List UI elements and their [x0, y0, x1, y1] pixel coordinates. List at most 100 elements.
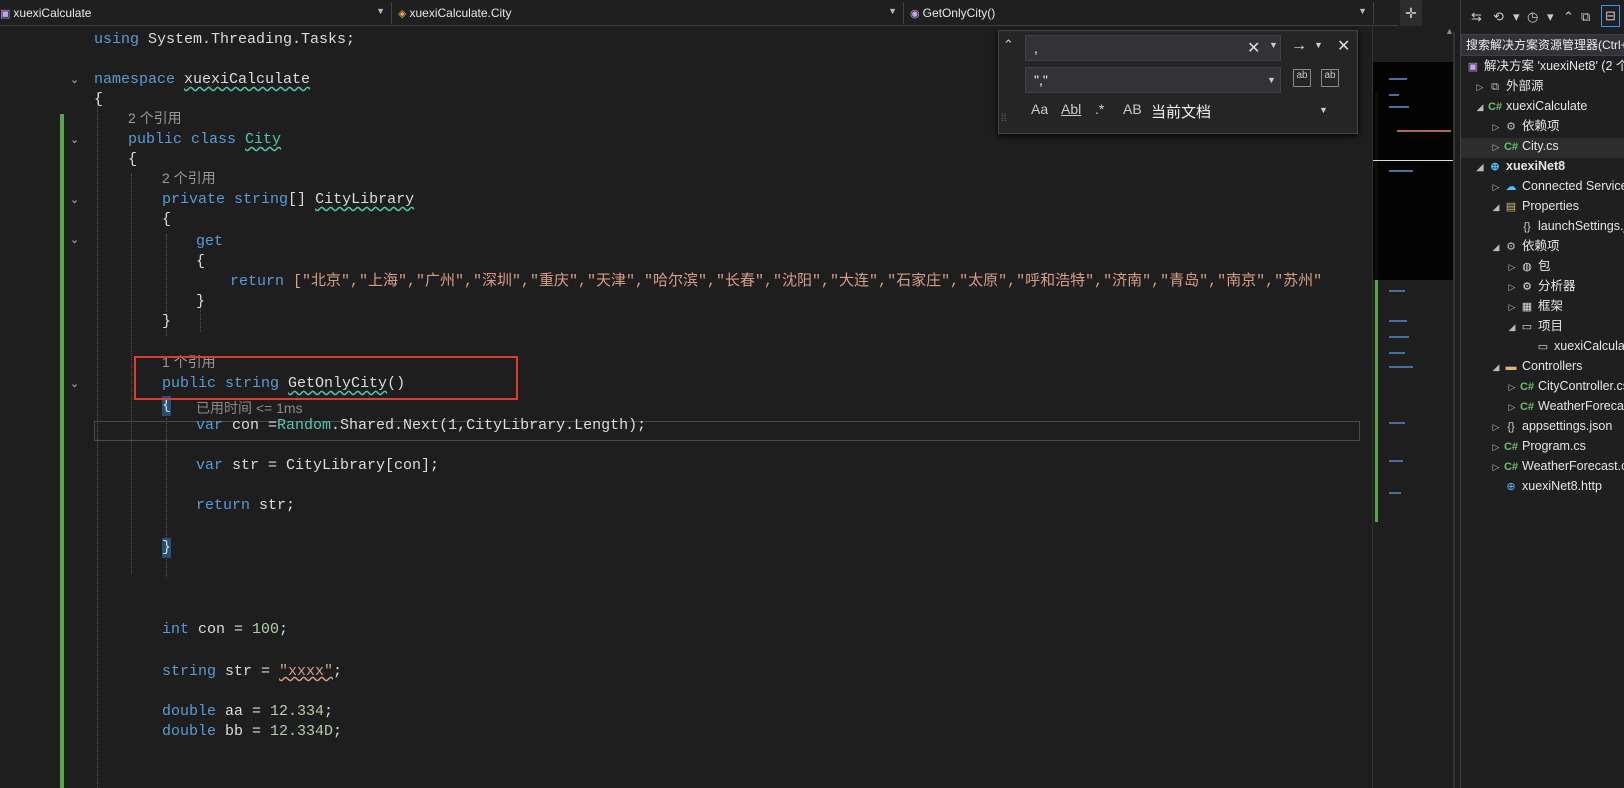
scrollbar-track[interactable] [1453, 32, 1455, 788]
replace-input[interactable]: "," [1025, 67, 1281, 93]
solution-search-input[interactable]: 搜索解决方案资源管理器(Ctrl+;) [1461, 34, 1624, 56]
tree-item-packages[interactable]: ▷ ◍ 包 [1505, 256, 1551, 276]
tree-item-properties[interactable]: ◢ ▤ Properties [1489, 196, 1579, 216]
replace-all-button[interactable]: ab [1321, 69, 1339, 87]
tree-item-label: xuexiNet8.http [1522, 479, 1602, 493]
show-all-files-icon[interactable]: ⧉ [1581, 9, 1590, 25]
replace-one-button[interactable]: ab [1293, 69, 1311, 87]
tree-item-file[interactable]: ⊕ xuexiNet8.http [1489, 476, 1602, 496]
tree-item-frameworks[interactable]: ▷ ▦ 框架 [1505, 296, 1563, 316]
chevron-down-icon[interactable]: ▼ [1319, 105, 1328, 115]
history-icon[interactable]: ◷ [1527, 9, 1538, 25]
scrollbar-minimap[interactable]: ▲ [1372, 26, 1455, 788]
code-editor[interactable]: ⌄ ⌄ ⌄ ⌄ ⌄ using System.Threading.Tasks; … [0, 26, 1372, 788]
chevron-down-icon: ◢ [1476, 102, 1484, 112]
whole-word-button[interactable]: Abl [1061, 101, 1081, 117]
json-file-icon: {} [1523, 221, 1531, 233]
preserve-case-button[interactable]: AB [1123, 101, 1142, 117]
tree-item-label: xuexiNet8 [1506, 159, 1566, 173]
tree-item-file[interactable]: ▷ C# Program.cs [1489, 436, 1586, 456]
http-file-icon: ⊕ [1506, 481, 1516, 493]
code-line: return ["北京","上海","广州","深圳","重庆","天津","哈… [230, 273, 1323, 290]
collapse-icon[interactable]: ⌄ [70, 234, 82, 246]
find-next-icon[interactable]: → [1291, 37, 1307, 55]
perf-tip: 已用时间 <= 1ms [196, 400, 303, 416]
collapse-icon[interactable]: ⌄ [70, 134, 82, 146]
solution-icon: ▣ [1467, 61, 1479, 73]
class-dropdown[interactable]: ◈ xuexiCalculate.City ▼ [398, 2, 904, 24]
solution-explorer-toolbar: ⇆ ⟲ ▾ ◷ ▾ ⌃ ⧉ ⊟ [1461, 0, 1624, 34]
chevron-down-icon[interactable]: ▾ [1547, 9, 1554, 25]
collapse-icon[interactable]: ⌄ [70, 74, 82, 86]
back-icon[interactable]: ⟲ [1493, 9, 1504, 25]
clear-icon[interactable]: ✕ [1247, 38, 1260, 58]
close-icon[interactable]: ✕ [1337, 36, 1350, 56]
package-icon: ◍ [1522, 261, 1532, 273]
codelens-references[interactable]: 2 个引用 [128, 108, 182, 128]
collapse-icon[interactable]: ⌄ [70, 378, 82, 390]
codelens-references[interactable]: 2 个引用 [162, 168, 216, 188]
toggle-replace-icon[interactable]: ⌃ [1003, 37, 1014, 53]
minimap-viewport[interactable] [1373, 62, 1453, 280]
code-line: { [162, 211, 172, 228]
minimap-line [1373, 160, 1453, 161]
resize-grip-icon[interactable]: ⁞⁞ [1001, 113, 1007, 124]
web-project-icon: ⊕ [1490, 161, 1500, 173]
minimap-line [1389, 290, 1405, 292]
chevron-down-icon[interactable]: ▾ [1513, 9, 1520, 25]
code-line: } [196, 293, 206, 310]
tree-item-file[interactable]: {} launchSettings.json [1505, 216, 1624, 236]
regex-button[interactable]: .* [1095, 101, 1104, 117]
tree-item-analyzers[interactable]: ▷ ⚙ 分析器 [1505, 276, 1576, 296]
tree-item-file[interactable]: ▷ C# City.cs [1489, 136, 1559, 156]
dependencies-icon: ⚙ [1506, 241, 1516, 253]
editor-navigation-bar: ▣ xuexiCalculate ▼ ◈ xuexiCalculate.City… [0, 0, 1398, 26]
tree-item-file[interactable]: ▷ C# WeatherForecast.cs [1489, 456, 1624, 476]
find-input[interactable]: , [1025, 35, 1281, 61]
csharp-file-icon: C# [1519, 381, 1535, 393]
chevron-right-icon: ▷ [1476, 82, 1484, 92]
tree-item-label: 外部源 [1506, 79, 1544, 93]
search-scope-dropdown[interactable]: 当前文档 [1151, 101, 1211, 122]
collapse-icon[interactable]: ⌄ [70, 194, 82, 206]
tree-item-project[interactable]: ◢ C# xuexiCalculate [1473, 96, 1588, 116]
preview-icon[interactable]: ⊟ [1601, 5, 1620, 27]
tree-item-dependencies[interactable]: ◢ ⚙ 依赖项 [1489, 236, 1560, 256]
member-dropdown[interactable]: ◉ GetOnlyCity() ▼ [910, 2, 1374, 24]
split-editor-icon[interactable]: ✛ [1400, 0, 1422, 26]
tree-item-external[interactable]: ▷ ⧉ 外部源 [1473, 76, 1544, 96]
minimap-line [1389, 336, 1409, 338]
tree-item-label: Connected Services [1522, 179, 1624, 193]
code-line: return str; [196, 497, 296, 514]
tree-item-projects[interactable]: ◢ ▭ 项目 [1505, 316, 1563, 336]
tree-item-solution[interactable]: ▣ 解决方案 'xuexiNet8' (2 个项目) [1465, 56, 1624, 76]
tree-item-dependencies[interactable]: ▷ ⚙ 依赖项 [1489, 116, 1560, 136]
tree-item-label: 包 [1538, 259, 1551, 273]
project-reference-icon: ▭ [1521, 321, 1533, 333]
tree-item-file[interactable]: ▷ {} appsettings.json [1489, 416, 1613, 436]
chevron-down-icon: ▼ [1358, 6, 1367, 16]
chevron-down-icon[interactable]: ▼ [1267, 75, 1276, 85]
project-dropdown[interactable]: ▣ xuexiCalculate ▼ [0, 2, 392, 24]
minimap-line [1389, 320, 1407, 322]
change-tracking-bar [60, 114, 64, 788]
code-line: double aa = 12.334; [162, 703, 334, 720]
chevron-down-icon[interactable]: ▼ [1314, 40, 1323, 50]
chevron-down-icon: ▼ [888, 6, 897, 16]
match-case-button[interactable]: Aa [1031, 101, 1048, 117]
project-dropdown-label: xuexiCalculate [13, 6, 92, 20]
tree-item-project[interactable]: ◢ ⊕ xuexiNet8 [1473, 156, 1566, 176]
tree-item-connected-services[interactable]: ▷ ☁ Connected Services [1489, 176, 1624, 196]
code-line: private string[] CityLibrary [162, 191, 415, 208]
chevron-right-icon: ▷ [1492, 462, 1500, 472]
collapse-all-icon[interactable]: ⌃ [1563, 9, 1574, 25]
sync-icon[interactable]: ⇆ [1471, 9, 1482, 25]
tree-item-file[interactable]: ▷ C# CityController.cs [1505, 376, 1624, 396]
tree-item-file[interactable]: ▷C#WeatherForecastController.cs [1505, 396, 1624, 416]
code-line: namespace xuexiCalculate [94, 71, 311, 88]
chevron-down-icon[interactable]: ▼ [1269, 40, 1278, 50]
csharp-project-icon: ▣ [0, 7, 11, 20]
tree-item-project-reference[interactable]: ▭ xuexiCalculate [1535, 336, 1624, 356]
tree-item-label: 分析器 [1538, 279, 1576, 293]
tree-item-folder[interactable]: ◢ ▬ Controllers [1489, 356, 1583, 376]
